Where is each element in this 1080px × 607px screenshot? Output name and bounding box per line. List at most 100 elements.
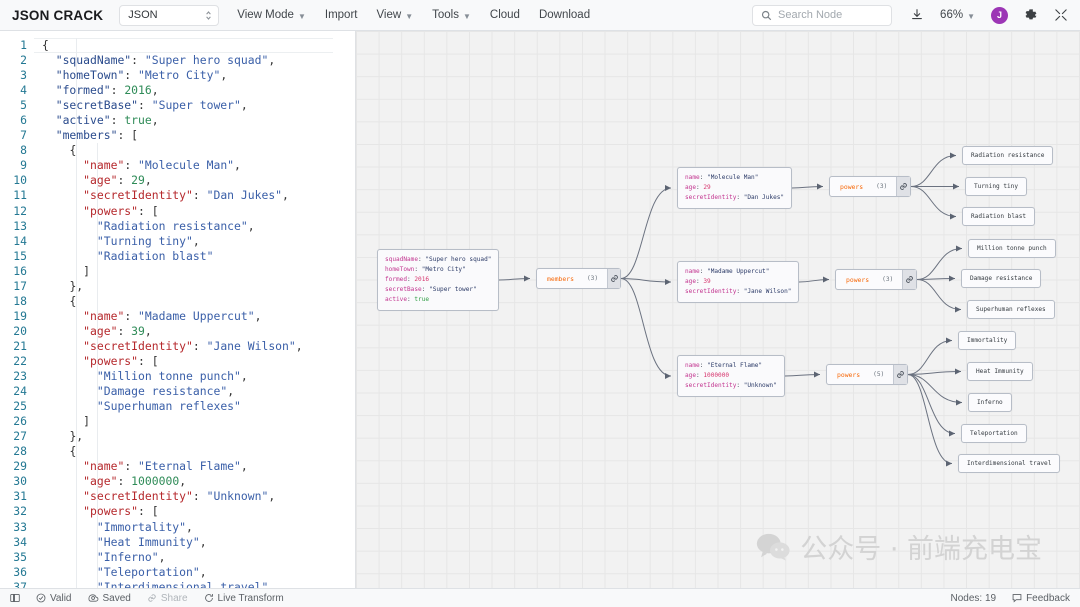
- line-number: 6: [20, 113, 27, 128]
- menu-item-view[interactable]: View ▼: [376, 9, 413, 21]
- code-line[interactable]: "Damage resistance",: [42, 384, 355, 399]
- code-token: {: [69, 444, 77, 459]
- code-line[interactable]: "Radiation blast": [42, 249, 355, 264]
- code-line[interactable]: "age": 29,: [42, 173, 355, 188]
- graph-node-link-button[interactable]: [896, 177, 910, 196]
- editor-scrollbar[interactable]: [345, 31, 354, 588]
- status-item-label: Saved: [102, 592, 131, 604]
- graph-node-link-button[interactable]: [607, 269, 620, 288]
- code-line[interactable]: ]: [42, 264, 355, 279]
- code-line[interactable]: "Turning tiny",: [42, 234, 355, 249]
- code-token: ,: [151, 113, 159, 128]
- code-line[interactable]: "secretBase": "Super tower",: [42, 98, 355, 113]
- code-line[interactable]: "powers": [: [42, 504, 355, 519]
- graph-node-link-button[interactable]: [893, 365, 907, 384]
- graph-node-parent[interactable]: powers (5): [826, 364, 908, 385]
- line-number: 29: [13, 459, 27, 474]
- graph-node-leaf[interactable]: Interdimensional travel: [958, 454, 1061, 473]
- code-token: :: [124, 68, 139, 83]
- code-line[interactable]: "age": 1000000,: [42, 474, 355, 489]
- zoom-control[interactable]: 66% ▼: [940, 9, 975, 21]
- code-token: "Superhuman reflexes": [96, 399, 241, 414]
- code-line[interactable]: "secretIdentity": "Jane Wilson",: [42, 339, 355, 354]
- code-line[interactable]: "members": [: [42, 128, 355, 143]
- graph-node-value: "Dan Jukes": [743, 194, 785, 201]
- menu-item-view-mode[interactable]: View Mode ▼: [237, 9, 306, 21]
- fullscreen-icon[interactable]: [1054, 8, 1068, 22]
- graph-node-leaf[interactable]: Turning tiny: [965, 177, 1028, 196]
- graph-node-link-button[interactable]: [902, 270, 916, 289]
- status-item-share[interactable]: Share: [147, 593, 188, 604]
- code-line[interactable]: "Heat Immunity",: [42, 535, 355, 550]
- code-line[interactable]: "Radiation resistance",: [42, 219, 355, 234]
- search-input[interactable]: Search Node: [752, 4, 893, 26]
- status-item-panel[interactable]: [10, 593, 20, 603]
- graph-node-leaf[interactable]: Teleportation: [961, 424, 1027, 443]
- code-token: "age": [83, 474, 118, 489]
- graph-node-parent[interactable]: powers (3): [835, 269, 917, 290]
- graph-node-leaf[interactable]: Million tonne punch: [968, 239, 1056, 258]
- graph-node-leaf[interactable]: Damage resistance: [961, 269, 1042, 288]
- code-line[interactable]: },: [42, 279, 355, 294]
- status-item-valid[interactable]: Valid: [36, 593, 72, 604]
- code-line[interactable]: "powers": [: [42, 354, 355, 369]
- code-token: "Heat Immunity": [96, 534, 200, 549]
- feedback-button[interactable]: Feedback: [1012, 593, 1070, 604]
- code-line[interactable]: "Teleportation",: [42, 565, 355, 580]
- menu-item-tools[interactable]: Tools ▼: [432, 9, 471, 21]
- feedback-icon: [1012, 594, 1022, 603]
- graph-node-object[interactable]: name: "Molecule Man" age: 29 secretIdentit…: [677, 167, 793, 209]
- code-line[interactable]: "Inferno",: [42, 550, 355, 565]
- graph-node-leaf[interactable]: Immortality: [958, 331, 1017, 350]
- graph-node-object[interactable]: name: "Madame Uppercut" age: 39 secretIden…: [677, 261, 800, 303]
- graph-node-parent[interactable]: powers (3): [829, 176, 911, 197]
- code-line[interactable]: "squadName": "Super hero squad",: [42, 53, 355, 68]
- code-line[interactable]: "name": "Madame Uppercut",: [42, 309, 355, 324]
- code-line[interactable]: "secretIdentity": "Dan Jukes",: [42, 188, 355, 203]
- code-line[interactable]: {: [42, 444, 355, 459]
- code-line[interactable]: "powers": [: [42, 204, 355, 219]
- gear-icon[interactable]: [1024, 8, 1038, 22]
- code-line[interactable]: {: [42, 143, 355, 158]
- code-content[interactable]: { "squadName": "Super hero squad", "home…: [34, 31, 355, 588]
- code-line[interactable]: "Immortality",: [42, 520, 355, 535]
- graph-node-leaf[interactable]: Superhuman reflexes: [967, 300, 1055, 319]
- graph-node-object[interactable]: name: "Eternal Flame" age: 1000000 secretI…: [677, 355, 785, 397]
- code-token: ,: [186, 519, 193, 534]
- graph-node-object[interactable]: squadName: "Super hero squad" homeTown: "…: [377, 249, 500, 311]
- status-item-saved[interactable]: Saved: [88, 593, 131, 604]
- status-item-live-transform[interactable]: Live Transform: [204, 593, 284, 604]
- graph-node-parent[interactable]: members (3): [536, 268, 621, 289]
- search-icon: [761, 10, 772, 20]
- format-select[interactable]: JSON: [119, 4, 220, 26]
- graph-node-row: age: 29: [685, 183, 784, 193]
- graph-node-sep: :: [736, 288, 744, 295]
- code-line[interactable]: "name": "Eternal Flame",: [42, 459, 355, 474]
- code-line[interactable]: ]: [42, 414, 355, 429]
- code-line[interactable]: "homeTown": "Metro City",: [42, 68, 355, 83]
- graph-canvas[interactable]: 公众号 · 前端充电宝 squadName: "Super hero squad…: [356, 31, 1080, 588]
- code-line[interactable]: "age": 39,: [42, 324, 355, 339]
- code-line[interactable]: {: [42, 38, 355, 53]
- app-logo[interactable]: JSON CRACK: [12, 8, 103, 23]
- code-line[interactable]: },: [42, 429, 355, 444]
- avatar[interactable]: J: [991, 6, 1008, 24]
- graph-node-leaf[interactable]: Radiation resistance: [962, 146, 1054, 165]
- code-line[interactable]: {: [42, 294, 355, 309]
- menu-item-cloud[interactable]: Cloud: [490, 9, 520, 21]
- code-line[interactable]: "name": "Molecule Man",: [42, 158, 355, 173]
- code-line[interactable]: "Superhuman reflexes": [42, 399, 355, 414]
- download-icon[interactable]: [910, 8, 924, 22]
- code-token: ,: [268, 489, 276, 504]
- menu-item-import[interactable]: Import: [325, 9, 358, 21]
- menu-item-download[interactable]: Download: [539, 9, 590, 21]
- graph-node-leaf[interactable]: Heat Immunity: [967, 362, 1033, 381]
- graph-node-leaf[interactable]: Inferno: [968, 393, 1012, 412]
- code-line[interactable]: "Million tonne punch",: [42, 369, 355, 384]
- json-editor[interactable]: 1 2 3 4 5 6 7 8 9 10 11 12 13 14 15 16 17 18 19 20 21 22 23 24 2…: [0, 31, 356, 588]
- graph-node-leaf[interactable]: Radiation blast: [962, 207, 1036, 226]
- code-line[interactable]: "Interdimensional travel": [42, 580, 355, 588]
- code-line[interactable]: "active": true,: [42, 113, 355, 128]
- code-line[interactable]: "formed": 2016,: [42, 83, 355, 98]
- code-line[interactable]: "secretIdentity": "Unknown",: [42, 489, 355, 504]
